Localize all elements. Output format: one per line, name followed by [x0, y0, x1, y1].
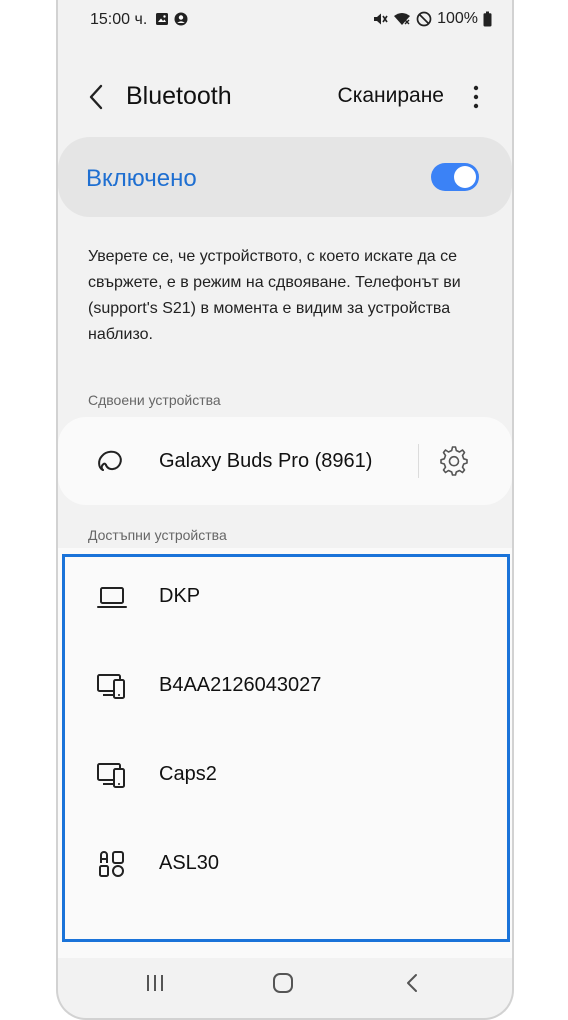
app-header: Bluetooth Сканиране — [58, 70, 512, 126]
phone-screen: 15:00 ч. 100% Bluetooth Сканиране Включе… — [56, 0, 514, 1020]
paired-devices-card: Galaxy Buds Pro (8961) — [58, 417, 512, 505]
gear-icon[interactable] — [437, 444, 471, 478]
scan-button[interactable]: Сканиране — [338, 84, 444, 108]
status-right-icons: 100% — [372, 10, 492, 28]
back-icon[interactable] — [397, 968, 427, 998]
recents-icon[interactable] — [140, 968, 170, 998]
visibility-description: Уверете се, че устройството, с което иск… — [88, 248, 461, 343]
account-circle-icon — [174, 12, 188, 26]
switch-knob — [454, 166, 476, 188]
battery-icon — [483, 11, 492, 27]
home-icon[interactable] — [268, 968, 298, 998]
status-bar: 15:00 ч. 100% — [58, 0, 512, 40]
back-arrow-icon[interactable] — [80, 80, 114, 114]
divider — [418, 444, 419, 478]
battery-percent: 100% — [437, 10, 478, 27]
image-icon — [156, 13, 168, 25]
toggle-label: Включено — [86, 165, 197, 192]
status-left-icons — [155, 12, 188, 26]
no-disturb-icon — [416, 11, 432, 27]
earbuds-icon — [98, 450, 122, 471]
mute-icon — [374, 13, 388, 25]
bluetooth-toggle-card[interactable]: Включено — [58, 137, 512, 217]
paired-devices-header: Сдвоени устройства — [88, 392, 221, 408]
bluetooth-switch[interactable] — [431, 163, 479, 191]
available-devices-header: Достъпни устройства — [88, 527, 227, 543]
wifi-icon — [394, 13, 411, 25]
highlight-box — [62, 554, 510, 942]
navigation-bar — [58, 950, 512, 1018]
page-title: Bluetooth — [126, 82, 232, 110]
more-options-icon[interactable] — [466, 82, 486, 112]
paired-device-name[interactable]: Galaxy Buds Pro (8961) — [159, 450, 372, 473]
status-time: 15:00 ч. — [90, 11, 148, 28]
